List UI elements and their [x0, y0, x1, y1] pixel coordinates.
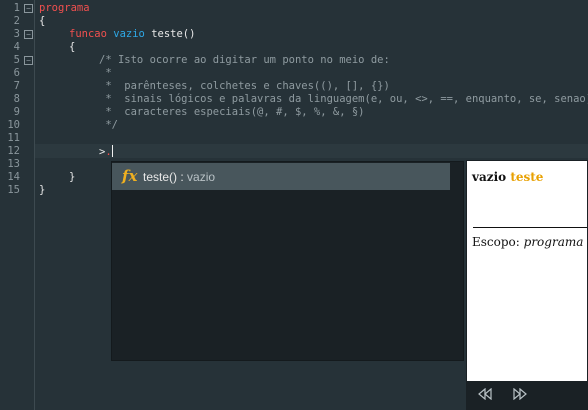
doc-return-type: vazio [472, 170, 507, 184]
line-number: 6 [13, 67, 20, 79]
comment-line: * sinais lógicos e palavras da linguagem… [99, 93, 588, 105]
doc-signature: vazio teste [472, 170, 543, 184]
comment-line: * [99, 67, 112, 79]
documentation-panel: vazio teste Escopo: programa [466, 160, 588, 410]
line-number: 8 [13, 93, 20, 105]
code-line: } [39, 184, 46, 196]
code-line: programa [39, 2, 90, 14]
line-number: 15 [7, 184, 20, 196]
text-cursor [111, 145, 113, 157]
suggestion-separator: : [177, 170, 188, 184]
code-line: funcao vazio teste() [69, 28, 195, 41]
doc-scope-label: Escopo: [472, 235, 520, 249]
line-gutter: 1 2 3 4 5 6 7 8 9 10 11 12 13 14 15 − − … [0, 0, 35, 410]
line-number: 13 [7, 158, 20, 170]
fold-toggle-icon[interactable]: − [24, 56, 33, 65]
comment-line: * parênteses, colchetes e chaves((), [],… [99, 80, 390, 92]
doc-divider [473, 227, 587, 228]
current-line-highlight [35, 144, 588, 158]
line-number: 2 [13, 15, 20, 27]
autocomplete-item-label: teste() : vazio [143, 170, 215, 184]
fold-toggle-icon[interactable]: − [24, 4, 33, 13]
line-number: 7 [13, 80, 20, 92]
fx-icon: fx [122, 167, 138, 185]
keyword-vazio: vazio [113, 28, 145, 40]
line-number: 14 [7, 171, 20, 183]
autocomplete-item-teste[interactable]: fx teste() : vazio [112, 163, 450, 190]
suggestion-name: teste() [143, 170, 178, 184]
line-number: 3 [13, 28, 20, 40]
line-number: 1 [13, 2, 20, 14]
previous-icon[interactable] [477, 388, 493, 400]
doc-function-name: teste [510, 170, 544, 184]
line-number: 4 [13, 41, 20, 53]
doc-navigation-bar [467, 381, 587, 409]
comment-line: */ [99, 119, 118, 131]
autocomplete-popup: fx teste() : vazio [111, 161, 464, 361]
code-line: { [69, 41, 76, 53]
comment-line: /* Isto ocorre ao digitar um ponto no me… [99, 54, 390, 66]
line-number: 12 [7, 145, 20, 157]
code-line: } [69, 171, 76, 183]
next-icon[interactable] [512, 388, 528, 400]
function-name: teste() [151, 28, 196, 40]
line-number: 10 [7, 119, 20, 131]
line-number: 9 [13, 106, 20, 118]
doc-scope: Escopo: programa [472, 235, 583, 249]
code-line: { [39, 15, 46, 27]
code-line-current: >. [99, 145, 113, 159]
line-number: 5 [13, 54, 20, 66]
fold-toggle-icon[interactable]: − [24, 30, 33, 39]
keyword-funcao: funcao [69, 28, 107, 40]
line-number: 11 [7, 132, 20, 144]
comment-line: * caracteres especiais(@, #, $, %, &, §) [99, 106, 365, 118]
suggestion-return-type: vazio [187, 170, 216, 184]
doc-scope-value: programa [523, 235, 584, 249]
